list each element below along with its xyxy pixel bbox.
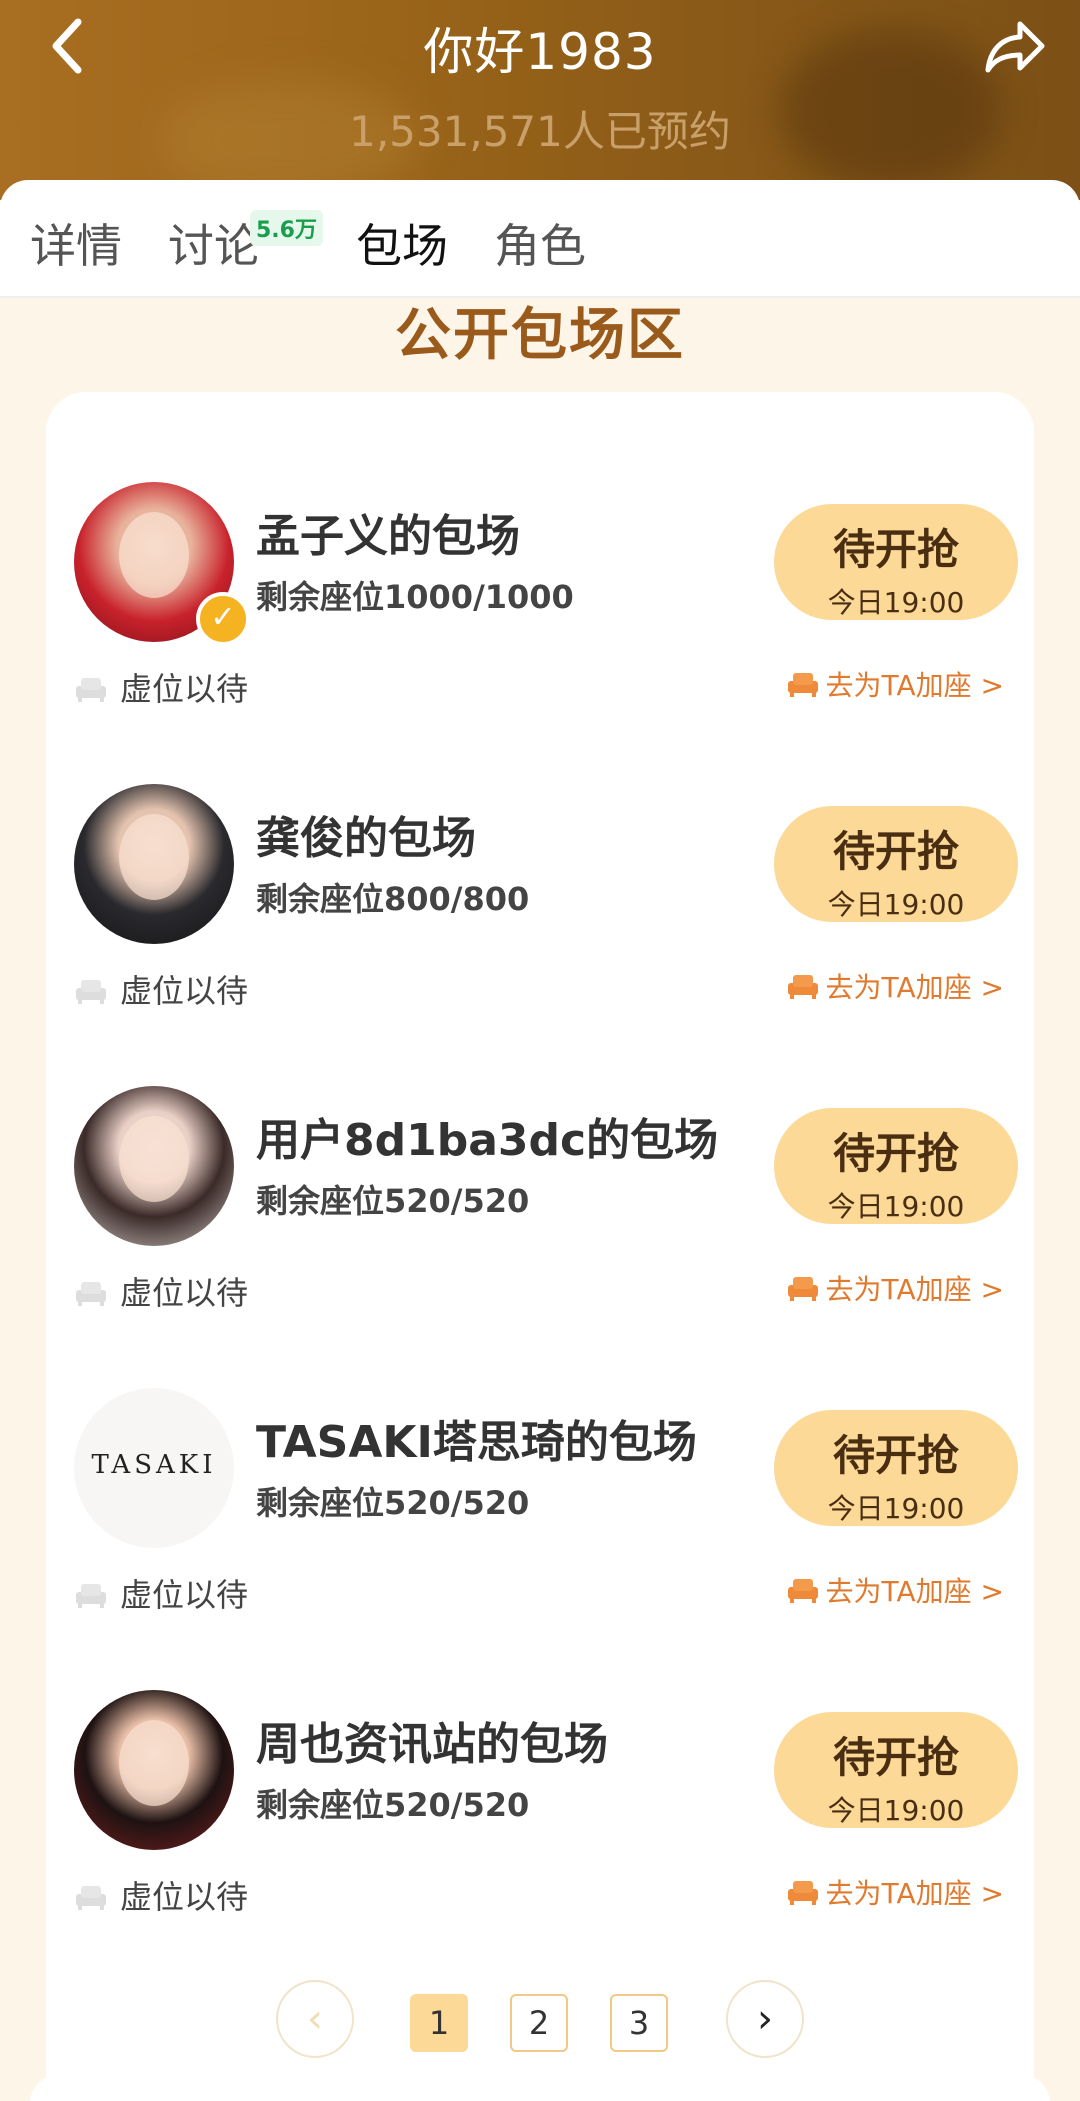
button-main-label: 待开抢 [832, 1129, 959, 1178]
tab-details[interactable]: 详情 [30, 210, 122, 276]
button-time-label: 今日19:00 [827, 1492, 965, 1525]
add-seat-label: 去为TA加座 > [825, 1877, 1004, 1910]
tab-discussion[interactable]: 讨论 [168, 210, 260, 276]
screening-title[interactable]: 龚俊的包场 [256, 802, 476, 866]
avatar-face [119, 512, 189, 598]
remaining-seats: 剩余座位520/520 [256, 1786, 530, 1824]
share-button[interactable] [980, 10, 1050, 80]
avatar[interactable] [74, 1086, 234, 1246]
chevron-right-icon: › [757, 1996, 773, 2042]
seat-status: 虚位以待 [74, 1872, 248, 1918]
avatar[interactable]: TASAKI [74, 1388, 234, 1548]
screening-title[interactable]: TASAKI塔思琦的包场 [256, 1406, 697, 1470]
remaining-seats: 剩余座位1000/1000 [256, 578, 574, 616]
seat-status-label: 虚位以待 [120, 1878, 249, 1916]
screening-title[interactable]: 孟子义的包场 [256, 500, 520, 564]
tab-characters[interactable]: 角色 [494, 210, 586, 276]
grab-seat-button[interactable]: 待开抢 今日19:00 [774, 1108, 1018, 1224]
list-item: 周也资讯站的包场 剩余座位520/520 待开抢 今日19:00 虚位以待 去为… [46, 1600, 1034, 1916]
button-main-label: 待开抢 [832, 525, 959, 574]
avatar-face [119, 814, 189, 900]
tab-private-screening[interactable]: 包场 [356, 210, 448, 276]
avatar[interactable] [74, 1690, 234, 1850]
button-time-label: 今日19:00 [827, 1190, 965, 1223]
grab-seat-button[interactable]: 待开抢 今日19:00 [774, 1712, 1018, 1828]
page-button-3[interactable]: 3 [610, 1994, 668, 2052]
page-button-1[interactable]: 1 [410, 1994, 468, 2052]
remaining-seats: 剩余座位800/800 [256, 880, 530, 918]
page-title: 你好1983 [423, 23, 657, 81]
verified-badge-icon: ✓ [196, 592, 250, 646]
section-title: 公开包场区 [395, 303, 685, 368]
avatar-face [119, 1116, 189, 1202]
remaining-seats: 剩余座位520/520 [256, 1182, 530, 1220]
chevron-left-icon: ‹ [307, 1996, 323, 2042]
screening-title[interactable]: 周也资讯站的包场 [256, 1708, 608, 1772]
list-item: ✓ 孟子义的包场 剩余座位1000/1000 待开抢 今日19:00 虚位以待 … [46, 392, 1034, 708]
pagination: ‹ 1 2 3 › [0, 1980, 1080, 2060]
seat-icon [787, 1881, 818, 1905]
seat-icon [76, 1886, 106, 1910]
button-main-label: 待开抢 [832, 1733, 959, 1782]
share-arrow-icon [985, 21, 1045, 73]
button-main-label: 待开抢 [832, 827, 959, 876]
avatar[interactable] [74, 784, 234, 944]
tasaki-logo: TASAKI [91, 1450, 217, 1480]
tab-bar: 详情 讨论 5.6万 包场 角色 [0, 180, 1080, 298]
page-button-2[interactable]: 2 [510, 1994, 568, 2052]
list-item: TASAKI TASAKI塔思琦的包场 剩余座位520/520 待开抢 今日19… [46, 1298, 1034, 1614]
remaining-seats: 剩余座位520/520 [256, 1484, 530, 1522]
grab-seat-button[interactable]: 待开抢 今日19:00 [774, 1410, 1018, 1526]
button-time-label: 今日19:00 [827, 888, 965, 921]
grab-seat-button[interactable]: 待开抢 今日19:00 [774, 806, 1018, 922]
screening-list-card: ✓ 孟子义的包场 剩余座位1000/1000 待开抢 今日19:00 虚位以待 … [46, 392, 1034, 2101]
button-main-label: 待开抢 [832, 1431, 959, 1480]
next-page-button[interactable]: › [726, 1980, 804, 2058]
next-section-card [30, 2074, 1050, 2101]
button-time-label: 今日19:00 [827, 1794, 965, 1827]
screening-title[interactable]: 用户8d1ba3dc的包场 [256, 1104, 718, 1168]
add-seat-link[interactable]: 去为TA加座 > [786, 1872, 1004, 1912]
list-item: 用户8d1ba3dc的包场 剩余座位520/520 待开抢 今日19:00 虚位… [46, 996, 1034, 1312]
discussion-count-badge: 5.6万 [250, 210, 323, 246]
prev-page-button[interactable]: ‹ [276, 1980, 354, 2058]
reservation-count: 1,531,571人已预约 [349, 107, 731, 156]
header-banner: 你好1983 1,531,571人已预约 [0, 0, 1080, 200]
list-item: 龚俊的包场 剩余座位800/800 待开抢 今日19:00 虚位以待 去为TA加… [46, 694, 1034, 1010]
grab-seat-button[interactable]: 待开抢 今日19:00 [774, 504, 1018, 620]
avatar-face [119, 1720, 189, 1806]
button-time-label: 今日19:00 [827, 586, 965, 619]
